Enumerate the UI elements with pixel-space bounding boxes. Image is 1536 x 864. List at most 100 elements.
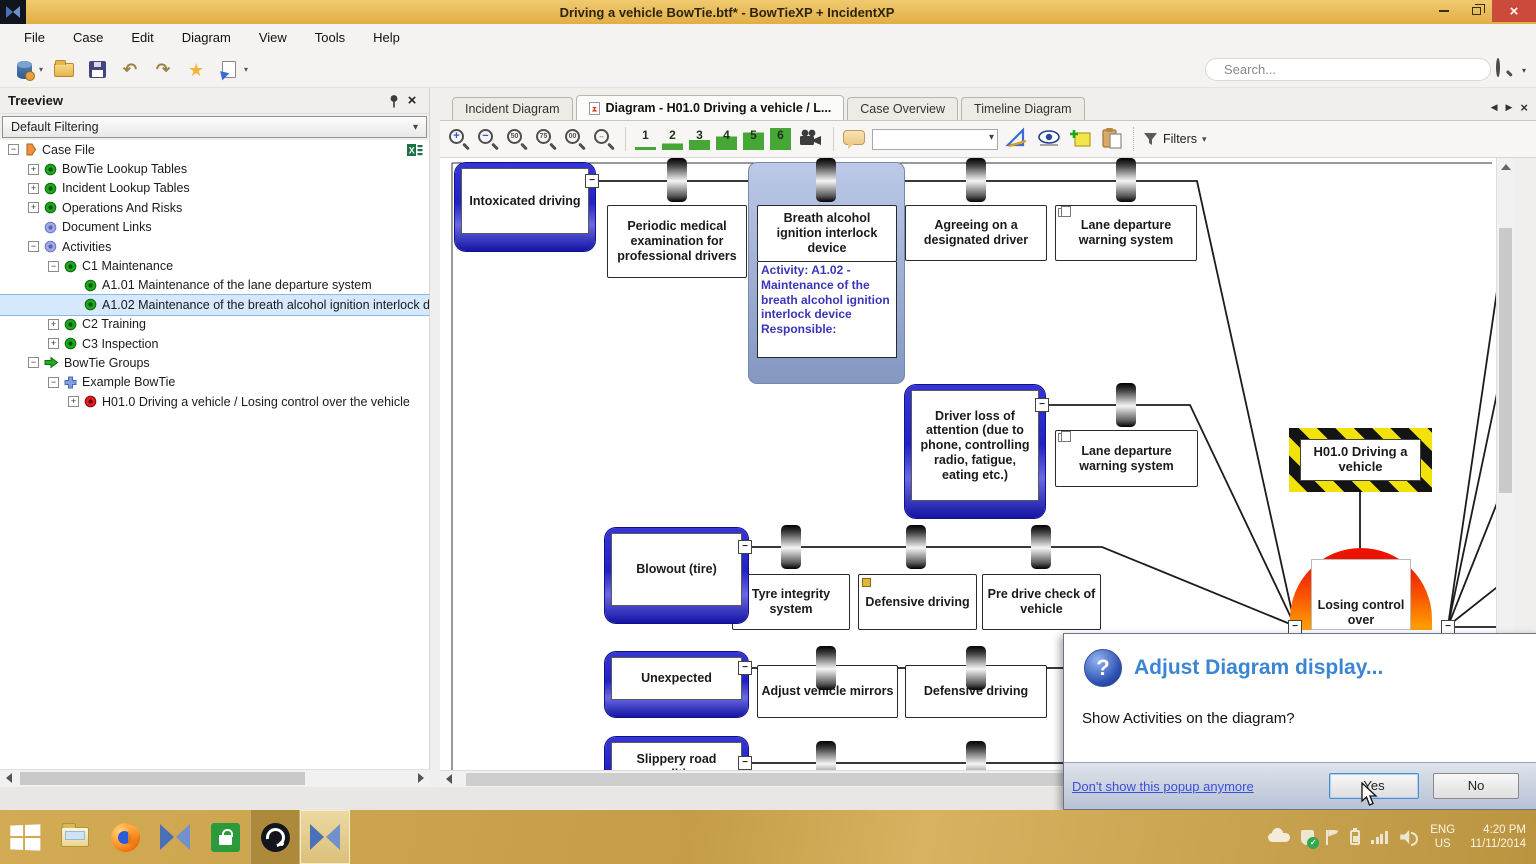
video-camera-icon[interactable]: [798, 128, 824, 150]
display-level-4-button[interactable]: 4: [716, 128, 737, 150]
tree-expander[interactable]: −: [28, 241, 39, 252]
tree-item-c2-training[interactable]: +C2 Training: [0, 315, 429, 334]
bowtiexp-taskbar-button[interactable]: [150, 810, 200, 864]
scroll-right-icon[interactable]: [418, 773, 424, 783]
tab-scroll-left-icon[interactable]: ◀: [1491, 102, 1498, 113]
menu-diagram[interactable]: Diagram: [168, 26, 245, 50]
display-level-1-button[interactable]: 1: [635, 128, 656, 150]
search-dropdown-icon[interactable]: ▾: [1522, 66, 1526, 75]
menu-edit[interactable]: Edit: [117, 26, 167, 50]
tree-item-bowtie-lookup-tables[interactable]: +BowTie Lookup Tables: [0, 159, 429, 178]
barrier-pre-drive-check-of-vehicle[interactable]: Pre drive check of vehicle: [982, 574, 1101, 630]
database-dropdown-icon[interactable]: ▾: [39, 65, 43, 74]
close-panel-icon[interactable]: ×: [403, 92, 421, 110]
threat-blowout-tire[interactable]: Blowout (tire)−: [605, 528, 748, 623]
tab-incident-diagram[interactable]: Incident Diagram: [452, 97, 573, 120]
eye-icon[interactable]: [1036, 128, 1062, 151]
barrier-breath-alcohol-ignition-interlock-device[interactable]: Breath alcohol ignition interlock device: [757, 205, 897, 262]
tab-scroll-right-icon[interactable]: ▶: [1505, 102, 1512, 113]
tree-item-document-links[interactable]: Document Links: [0, 218, 429, 237]
zoom-fit-icon[interactable]: ↔: [593, 128, 616, 151]
collapse-button[interactable]: −: [738, 661, 752, 675]
zoom-in-icon[interactable]: +: [448, 128, 471, 151]
no-button[interactable]: No: [1433, 773, 1519, 799]
barrier-tyre-integrity-system[interactable]: Tyre integrity system: [732, 574, 850, 630]
zoom-50-icon[interactable]: 50: [506, 128, 529, 151]
tree-expander[interactable]: +: [68, 396, 79, 407]
tab-diagram-h01-0-driving-a-vehicle-l[interactable]: Diagram - H01.0 Driving a vehicle / L...: [576, 95, 845, 120]
tree-expander[interactable]: −: [48, 261, 59, 272]
add-note-icon[interactable]: [1069, 127, 1093, 152]
threat-intoxicated-driving[interactable]: Intoxicated driving−: [455, 163, 595, 251]
tree-expander[interactable]: +: [48, 338, 59, 349]
clock[interactable]: 4:20 PM 11/11/2014: [1470, 823, 1526, 851]
favorites-icon[interactable]: ★: [184, 58, 208, 82]
obs-studio-taskbar-button[interactable]: [250, 810, 300, 864]
volume-icon[interactable]: [1400, 830, 1419, 844]
display-level-5-button[interactable]: 5: [743, 128, 764, 150]
tab-close-icon[interactable]: ×: [1520, 100, 1528, 115]
scroll-left-icon[interactable]: [446, 774, 452, 784]
tree-expander[interactable]: +: [28, 164, 39, 175]
display-level-6-button[interactable]: 6: [770, 128, 791, 150]
start-button[interactable]: [0, 810, 50, 864]
zoom-100-icon[interactable]: 00: [564, 128, 587, 151]
barrier-lane-departure-warning-system[interactable]: Lane departure warning system: [1055, 205, 1197, 261]
setsquare-icon[interactable]: [1005, 127, 1029, 152]
comment-icon[interactable]: [843, 130, 865, 145]
restore-button[interactable]: [1460, 1, 1492, 21]
zoom-out-icon[interactable]: −: [477, 128, 500, 151]
tree-expander[interactable]: −: [8, 144, 19, 155]
threat-driver-loss-of-attention-due-to-phone-co[interactable]: Driver loss of attention (due to phone, …: [905, 385, 1045, 518]
report-dropdown-icon[interactable]: ▾: [244, 65, 248, 74]
tree-horizontal-scrollbar[interactable]: [0, 769, 430, 786]
scrollbar-thumb[interactable]: [1499, 228, 1512, 493]
tree-item-activities[interactable]: −Activities: [0, 237, 429, 256]
tree-expander[interactable]: −: [28, 357, 39, 368]
undo-icon[interactable]: ↶: [118, 58, 142, 82]
menu-file[interactable]: File: [10, 26, 59, 50]
language-indicator[interactable]: ENG US: [1430, 823, 1455, 851]
firefox-taskbar-button[interactable]: [100, 810, 150, 864]
tree-item-incident-lookup-tables[interactable]: +Incident Lookup Tables: [0, 179, 429, 198]
tree-expander[interactable]: +: [28, 202, 39, 213]
barrier-lane-departure-warning-system[interactable]: Lane departure warning system: [1055, 430, 1198, 487]
tree-item-case-file[interactable]: −Case File: [0, 140, 429, 159]
windows-store-taskbar-button[interactable]: [200, 810, 250, 864]
bowtiexp-active-taskbar-button[interactable]: [300, 810, 350, 864]
tab-case-overview[interactable]: Case Overview: [847, 97, 958, 120]
scrollbar-thumb[interactable]: [466, 773, 1154, 786]
threat-unexpected[interactable]: Unexpected−: [605, 652, 748, 717]
flag-icon[interactable]: [1325, 830, 1339, 845]
search-icon[interactable]: [1496, 60, 1516, 80]
collapse-button[interactable]: −: [738, 756, 752, 770]
tree-item-c3-inspection[interactable]: +C3 Inspection: [0, 334, 429, 353]
battery-icon[interactable]: [1350, 830, 1360, 845]
scroll-left-icon[interactable]: [6, 773, 12, 783]
tree-item-a1-01-maintenance-of-the-lane-departure-[interactable]: A1.01 Maintenance of the lane departure …: [0, 276, 429, 295]
excel-export-icon[interactable]: X: [407, 143, 423, 160]
tree-item-c1-maintenance[interactable]: −C1 Maintenance: [0, 256, 429, 275]
diagram-combo-box[interactable]: [872, 129, 998, 150]
database-icon[interactable]: [12, 58, 36, 82]
collapse-button[interactable]: −: [1035, 398, 1049, 412]
report-icon[interactable]: [217, 58, 241, 82]
scroll-up-icon[interactable]: [1501, 164, 1511, 170]
barrier-periodic-medical-examination-for-profess[interactable]: Periodic medical examination for profess…: [607, 205, 747, 278]
collapse-button[interactable]: −: [1441, 620, 1455, 634]
scrollbar-thumb[interactable]: [20, 772, 305, 785]
tree-item-bowtie-groups[interactable]: −BowTie Groups: [0, 353, 429, 372]
tree-item-example-bowtie[interactable]: −Example BowTie: [0, 373, 429, 392]
hazard-box[interactable]: H01.0 Driving a vehicle: [1289, 428, 1432, 492]
collapse-button[interactable]: −: [585, 174, 599, 188]
file-explorer-taskbar-button[interactable]: [50, 810, 100, 864]
tree-expander[interactable]: +: [48, 319, 59, 330]
tree-expander[interactable]: +: [28, 183, 39, 194]
save-icon[interactable]: [85, 58, 109, 82]
menu-case[interactable]: Case: [59, 26, 117, 50]
menu-view[interactable]: View: [245, 26, 301, 50]
tree-item-operations-and-risks[interactable]: +Operations And Risks: [0, 198, 429, 217]
top-event[interactable]: Losing control over: [1290, 548, 1432, 630]
pin-icon[interactable]: [385, 92, 403, 110]
display-level-2-button[interactable]: 2: [662, 128, 683, 150]
